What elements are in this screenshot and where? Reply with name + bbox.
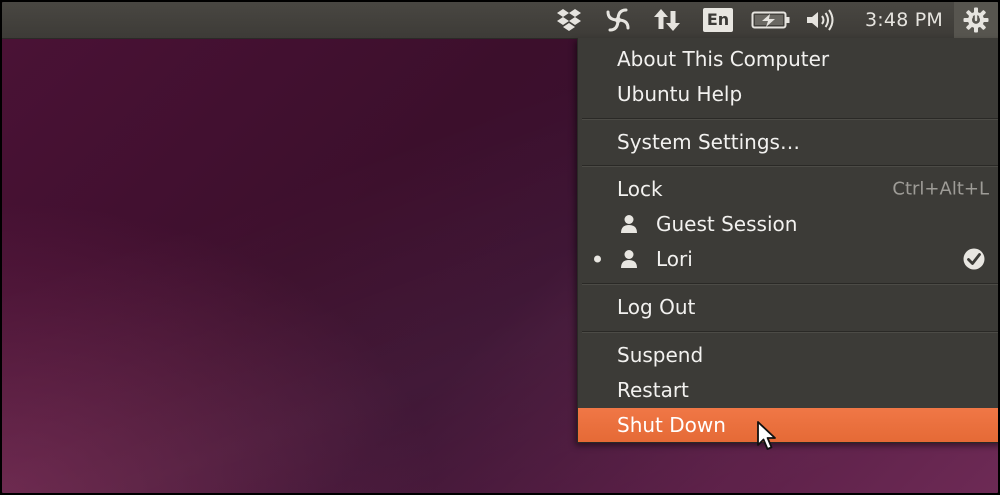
battery-icon [751, 11, 790, 29]
session-menu: About This Computer Ubuntu Help System S… [577, 38, 998, 443]
network-indicator[interactable] [651, 2, 683, 38]
keyboard-layout-label: En [703, 8, 733, 32]
menu-item-user-lori[interactable]: Lori [578, 242, 998, 276]
menu-separator [582, 331, 998, 333]
checkmark-icon [963, 248, 985, 270]
menu-separator [582, 118, 998, 120]
session-menu-indicator[interactable] [954, 2, 998, 38]
menu-item-label: Shut Down [617, 413, 726, 437]
dropbox-indicator[interactable] [554, 2, 584, 38]
clock-indicator[interactable]: 3:48 PM [854, 2, 954, 38]
menu-item-label: Lock [617, 177, 663, 201]
menu-item-suspend[interactable]: Suspend [578, 338, 998, 372]
spiral-icon [606, 8, 630, 32]
menu-item-label: System Settings… [617, 130, 800, 154]
clock-text: 3:48 PM [865, 9, 943, 31]
top-panel: En 3:48 PM [2, 2, 998, 39]
menu-item-lock[interactable]: Lock Ctrl+Alt+L [578, 172, 998, 206]
lock-shortcut: Ctrl+Alt+L [892, 178, 989, 200]
menu-separator [582, 283, 998, 285]
spiral-indicator[interactable] [602, 2, 634, 38]
menu-item-label: Suspend [617, 343, 704, 367]
menu-item-label: Guest Session [656, 212, 798, 236]
menu-item-label: Log Out [617, 295, 696, 319]
menu-item-restart[interactable]: Restart [578, 373, 998, 407]
user-icon [621, 215, 637, 233]
active-session-bullet-icon [594, 255, 601, 263]
menu-separator [582, 165, 998, 167]
dropbox-icon [557, 9, 581, 31]
menu-item-about[interactable]: About This Computer [578, 42, 998, 76]
menu-item-guest-session[interactable]: Guest Session [578, 207, 998, 241]
menu-item-label: Restart [617, 378, 689, 402]
desktop: En 3:48 PM About This Computer Ubuntu He… [0, 0, 1000, 495]
session-gear-icon [963, 7, 989, 33]
sound-icon [807, 9, 834, 31]
menu-item-log-out[interactable]: Log Out [578, 290, 998, 324]
menu-item-label: Ubuntu Help [617, 82, 743, 106]
keyboard-layout-indicator[interactable]: En [701, 2, 735, 38]
menu-item-label: Lori [656, 247, 693, 271]
menu-item-label: About This Computer [617, 47, 830, 71]
user-icon [621, 250, 637, 268]
menu-item-system-settings[interactable]: System Settings… [578, 125, 998, 159]
sound-indicator[interactable] [802, 2, 838, 38]
network-icon [654, 9, 680, 31]
menu-item-help[interactable]: Ubuntu Help [578, 77, 998, 111]
mouse-cursor-icon [757, 421, 776, 450]
menu-item-shut-down[interactable]: Shut Down [578, 408, 998, 442]
battery-indicator[interactable] [748, 2, 794, 38]
